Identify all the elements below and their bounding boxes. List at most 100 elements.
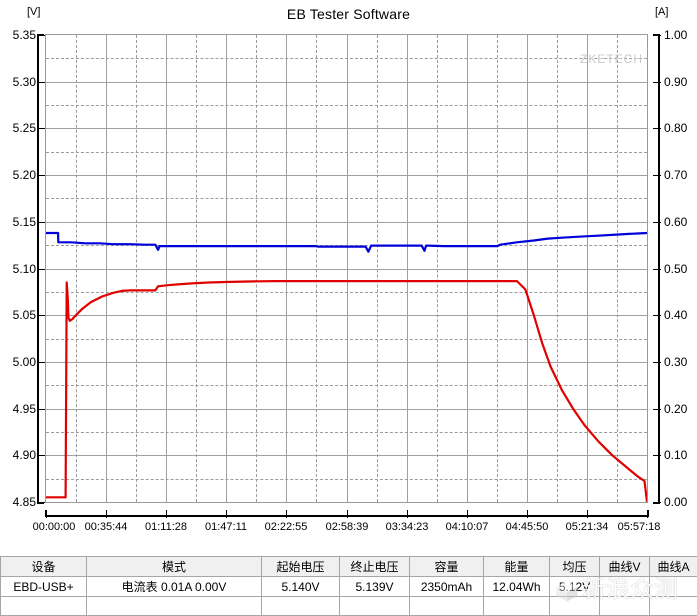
- bottom-axis-tick: [166, 510, 167, 518]
- bottom-axis-label: 04:45:50: [497, 521, 557, 533]
- summary-table: 设备模式起始电压终止电压容量能量均压曲线V曲线A EBD-USB+电流表 0.0…: [0, 556, 697, 616]
- left-axis-tick: [37, 455, 45, 456]
- right-axis-tick: [653, 128, 661, 129]
- left-axis-tick: [37, 35, 45, 36]
- bottom-axis-tick: [527, 510, 528, 518]
- right-axis-label: 0.00: [664, 496, 697, 508]
- table-header-5: 容量: [410, 557, 484, 577]
- table-header-6: 能量: [484, 557, 550, 577]
- left-axis-tick: [37, 502, 45, 503]
- right-axis-label: 0.30: [664, 356, 697, 368]
- right-axis-tick: [653, 222, 661, 223]
- bottom-axis-tick: [587, 510, 588, 518]
- left-axis-label: 4.95: [0, 403, 36, 415]
- chart-series-layer: [46, 35, 647, 502]
- table-header-1: 设备: [1, 557, 87, 577]
- right-axis-tick: [653, 409, 661, 410]
- page-title: EB Tester Software: [0, 6, 697, 22]
- right-axis-tick: [653, 175, 661, 176]
- bottom-axis-label: 02:58:39: [317, 521, 377, 533]
- table-cell: 5.140V: [262, 577, 340, 597]
- table-cell: [262, 597, 340, 616]
- table-body: EBD-USB+电流表 0.01A 0.00V5.140V5.139V2350m…: [1, 577, 697, 616]
- left-axis-tick: [37, 222, 45, 223]
- table-header-row: 设备模式起始电压终止电压容量能量均压曲线V曲线A: [1, 557, 697, 577]
- bottom-axis-label: 05:21:34: [557, 521, 617, 533]
- bottom-axis-tick: [226, 510, 227, 518]
- eb-tester-window: [V] EB Tester Software [A] ZKETECH 5.355…: [0, 0, 697, 614]
- bottom-axis-label: 01:47:11: [196, 521, 256, 533]
- curve-v-swatch: [600, 577, 650, 597]
- table-cell: [550, 597, 600, 616]
- right-axis-label: 0.90: [664, 76, 697, 88]
- table-cell: 5.12V: [550, 577, 600, 597]
- right-axis-label: 0.80: [664, 122, 697, 134]
- curve-a-swatch: [650, 577, 697, 597]
- left-axis-tick: [37, 175, 45, 176]
- left-axis-label: 4.90: [0, 449, 36, 461]
- right-axis-tick: [653, 502, 661, 503]
- table-cell: [600, 597, 650, 616]
- left-axis-label: 4.85: [0, 496, 36, 508]
- table-cell: [87, 597, 262, 616]
- bottom-axis-tick: [347, 510, 348, 518]
- bottom-axis-label: 00:00:00: [24, 521, 84, 533]
- table-cell: [340, 597, 410, 616]
- summary-table-wrap: 设备模式起始电压终止电压容量能量均压曲线V曲线A EBD-USB+电流表 0.0…: [0, 556, 697, 614]
- chart-plot-area[interactable]: ZKETECH: [45, 34, 648, 503]
- right-axis-tick: [653, 35, 661, 36]
- bottom-axis-tick: [46, 510, 47, 518]
- left-axis-label: 5.35: [0, 29, 36, 41]
- right-axis-tick: [653, 362, 661, 363]
- right-axis-tick: [653, 82, 661, 83]
- table-cell: [1, 597, 87, 616]
- bottom-axis-label: 00:35:44: [76, 521, 136, 533]
- table-cell: 5.139V: [340, 577, 410, 597]
- table-cell: [650, 597, 697, 616]
- current-curve: [46, 281, 647, 502]
- table-header-4: 终止电压: [340, 557, 410, 577]
- bottom-axis-label: 05:57:18: [609, 521, 669, 533]
- left-axis-label: 5.10: [0, 263, 36, 275]
- table-cell: 电流表 0.01A 0.00V: [87, 577, 262, 597]
- right-axis-unit: [A]: [655, 6, 668, 18]
- voltage-curve: [46, 233, 647, 252]
- left-axis-label: 5.20: [0, 169, 36, 181]
- table-cell: 2350mAh: [410, 577, 484, 597]
- table-cell: [484, 597, 550, 616]
- left-axis-label: 5.25: [0, 122, 36, 134]
- table-header-2: 模式: [87, 557, 262, 577]
- right-axis-tick: [653, 269, 661, 270]
- bottom-axis-label: 03:34:23: [377, 521, 437, 533]
- table-row[interactable]: [1, 597, 697, 616]
- bottom-axis-tick: [106, 510, 107, 518]
- table-header-3: 起始电压: [262, 557, 340, 577]
- right-axis-tick: [653, 455, 661, 456]
- left-axis-tick: [37, 128, 45, 129]
- bottom-axis-label: 02:22:55: [256, 521, 316, 533]
- right-axis-label: 0.70: [664, 169, 697, 181]
- table-header-8: 曲线V: [600, 557, 650, 577]
- left-axis-tick: [37, 315, 45, 316]
- right-axis-label: 0.40: [664, 309, 697, 321]
- left-axis-label: 5.30: [0, 76, 36, 88]
- right-axis-label: 0.10: [664, 449, 697, 461]
- bottom-axis-tick: [286, 510, 287, 518]
- right-axis-tick: [653, 315, 661, 316]
- left-axis-label: 5.05: [0, 309, 36, 321]
- right-axis-label: 0.60: [664, 216, 697, 228]
- table-cell: EBD-USB+: [1, 577, 87, 597]
- bottom-axis-label: 01:11:28: [136, 521, 196, 533]
- left-axis-tick: [37, 82, 45, 83]
- right-axis-label: 1.00: [664, 29, 697, 41]
- table-cell: 12.04Wh: [484, 577, 550, 597]
- right-axis-label: 0.20: [664, 403, 697, 415]
- bottom-axis-tick: [467, 510, 468, 518]
- table-header-9: 曲线A: [650, 557, 697, 577]
- bottom-axis-label: 04:10:07: [437, 521, 497, 533]
- table-header-7: 均压: [550, 557, 600, 577]
- table-row[interactable]: EBD-USB+电流表 0.01A 0.00V5.140V5.139V2350m…: [1, 577, 697, 597]
- bottom-axis-tick: [407, 510, 408, 518]
- left-axis-tick: [37, 409, 45, 410]
- table-cell: [410, 597, 484, 616]
